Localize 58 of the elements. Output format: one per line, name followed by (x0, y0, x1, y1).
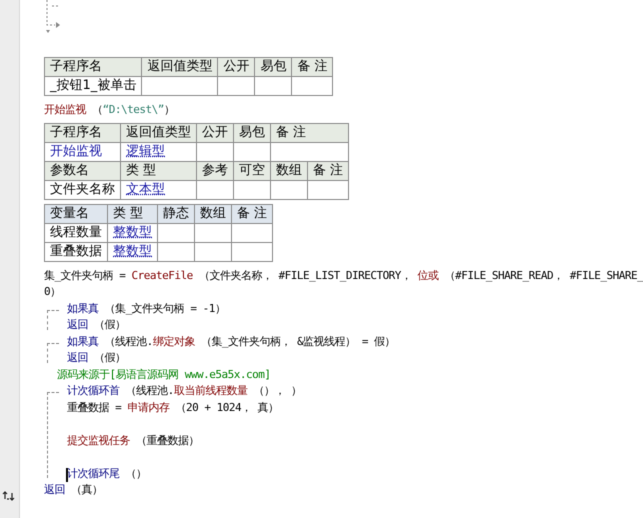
code-line: 返回 （假） (67, 318, 126, 331)
code-line: 重叠数据 = 申请内存 （20 + 1024， 真） (67, 400, 279, 414)
column-header: 备 注 (232, 204, 273, 223)
table-cell (218, 76, 255, 96)
flow-line (47, 310, 59, 330)
table-cell (158, 223, 194, 242)
table-cell (270, 180, 308, 199)
table-cell (308, 180, 349, 199)
table-cell: _按钮1_被单击 (44, 76, 142, 96)
code-line: 开始监视 （“D:\test\”） (44, 103, 174, 116)
flow-arrow-drawing (44, 0, 62, 34)
column-header: 参数名 (44, 161, 120, 180)
swap-arrows-icon (2, 490, 16, 502)
code-line: 计次循环尾 （） (67, 466, 147, 480)
code-line: 返回 （真） (44, 483, 103, 496)
column-header: 变量名 (44, 204, 108, 223)
column-header: 子程序名 (44, 123, 120, 142)
table-cell (234, 142, 270, 161)
table-cell: 文件夹名称 (44, 180, 120, 199)
code-line: 提交监视任务 （重叠数据） (67, 434, 200, 446)
column-header: 类 型 (108, 204, 158, 223)
code-line: 如果真 （线程池.绑定对象 （集_文件夹句柄， &监视线程） = 假） (67, 334, 396, 348)
table-cell: 开始监视 (44, 142, 120, 161)
table-cell (234, 180, 270, 199)
code-line: 集_文件夹句柄 = CreateFile （文件夹名称， #FILE_LIST_DIRECTORY， 位或 （#FILE_SHARE_READ， #FILE_SHARE_ (44, 268, 643, 282)
table-cell (292, 76, 333, 96)
table-cell: 文本型 (120, 180, 196, 199)
table-cell (196, 180, 234, 199)
column-header: 数组 (194, 204, 232, 223)
table-cell: 线程数量 (44, 223, 108, 242)
table-cell (254, 76, 292, 96)
table-cell: 整数型 (108, 242, 158, 261)
column-header: 公开 (196, 123, 234, 142)
code-line: 源码来源于[易语言源码网 www.e5a5x.com] (57, 368, 270, 380)
table-cell (232, 223, 273, 242)
flow-line (47, 342, 59, 362)
code-line: 0） (44, 285, 61, 298)
table-cell (196, 142, 234, 161)
code-line: 返回 （假） (67, 351, 126, 364)
table-cell (194, 223, 232, 242)
table-cell: 逻辑型 (120, 142, 196, 161)
table-cell: 整数型 (108, 223, 158, 242)
column-header: 备 注 (308, 161, 349, 180)
table-cell: 重叠数据 (44, 242, 108, 261)
column-header: 返回值类型 (120, 123, 196, 142)
table-cell (158, 242, 194, 261)
column-header: 易包 (234, 123, 270, 142)
column-header: 备 注 (270, 123, 349, 142)
column-header: 类 型 (120, 161, 196, 180)
column-header: 子程序名 (44, 58, 142, 76)
column-header: 参考 (196, 161, 234, 180)
code-line: 如果真 （集_文件夹句柄 = -1） (67, 302, 226, 314)
column-header: 静态 (158, 204, 194, 223)
table-cell (232, 242, 273, 261)
code-line: 计次循环首 （线程池.取当前线程数量 （）， ） (67, 384, 302, 397)
table-cell (194, 242, 232, 261)
column-header: 可空 (234, 161, 270, 180)
column-header: 数组 (270, 161, 308, 180)
